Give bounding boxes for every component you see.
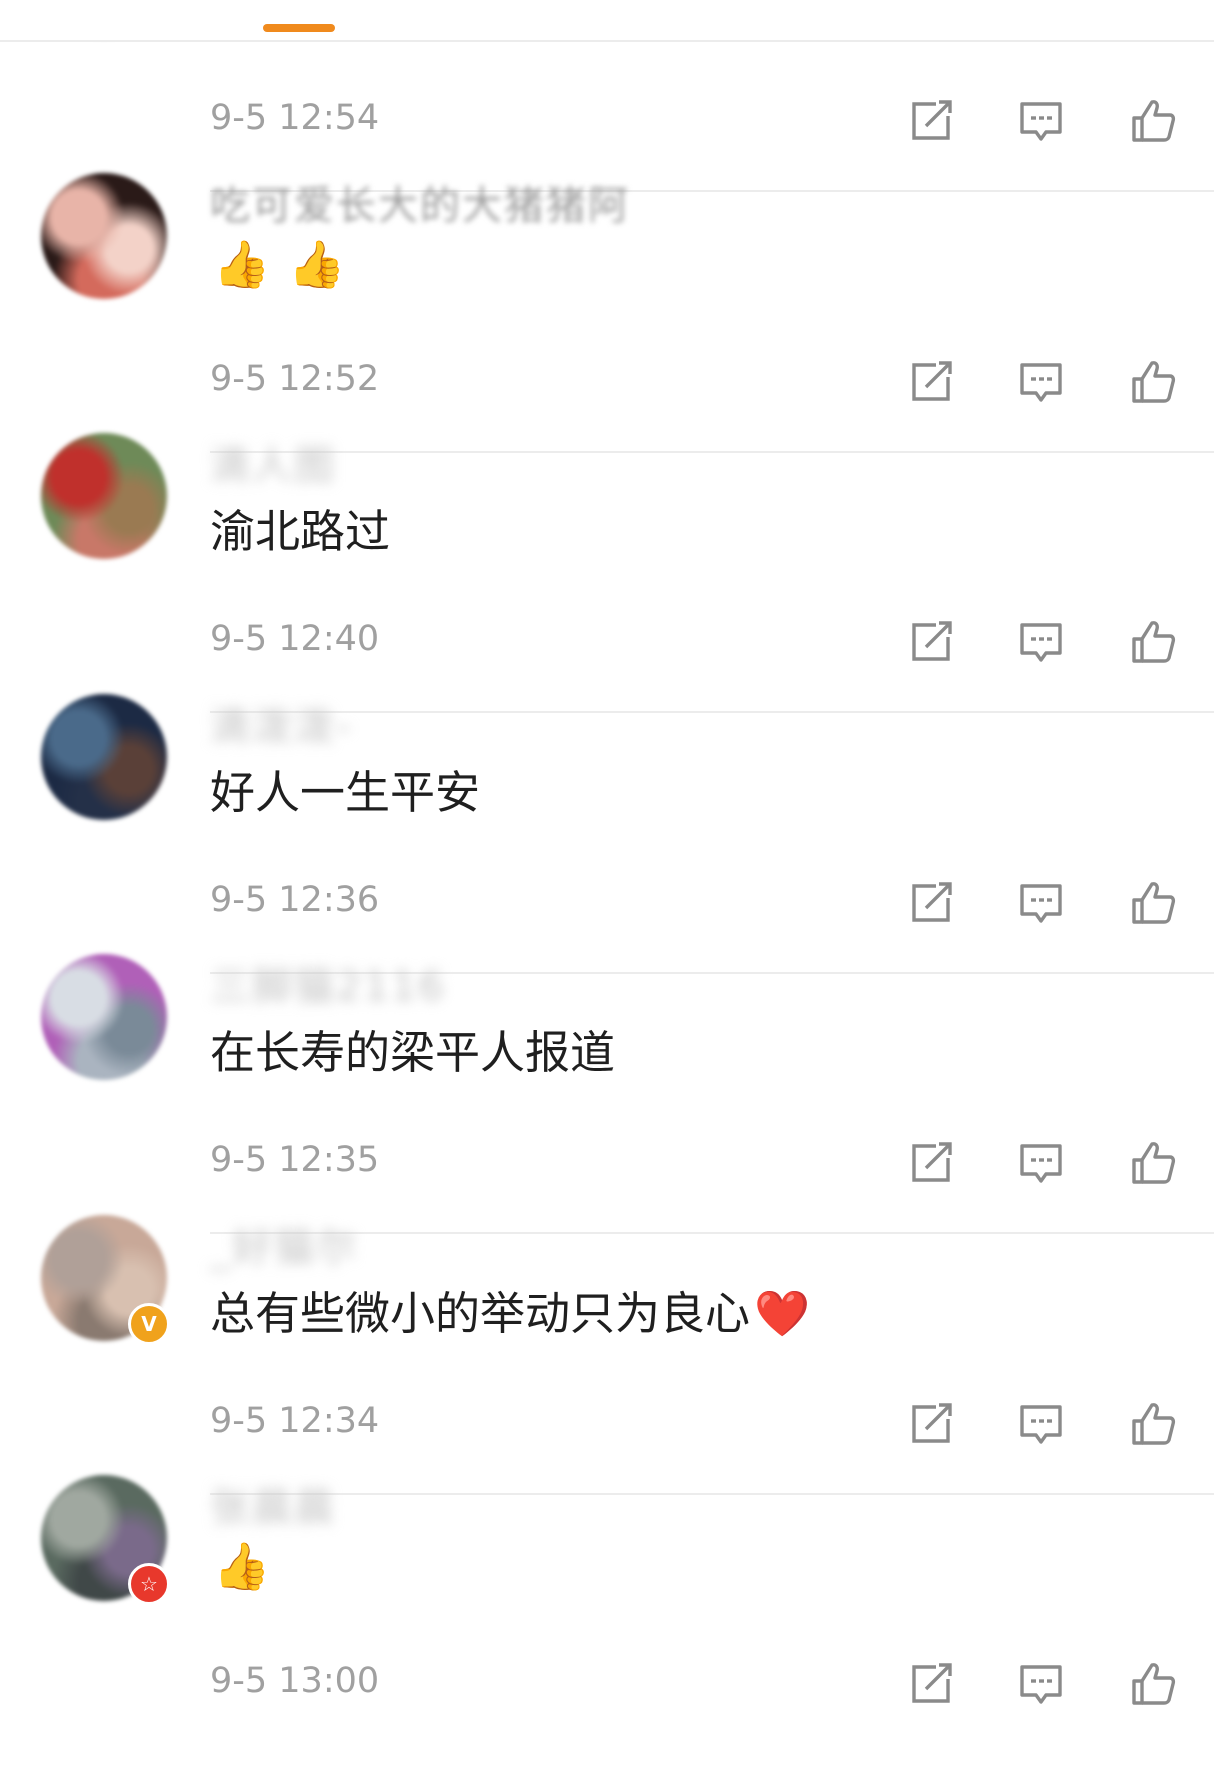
- verified-badge-icon: V: [128, 1302, 170, 1345]
- comment-icon[interactable]: [1016, 96, 1066, 146]
- comment-item[interactable]: V _好猫尔 总有些微小的举动只为良心❤️ 9-5 12:34: [0, 1193, 1214, 1495]
- comment-text: 渝北路过: [210, 495, 390, 560]
- comment-icon[interactable]: [1016, 1138, 1066, 1188]
- username[interactable]: _好猫尔: [210, 1215, 358, 1273]
- username[interactable]: 吃可爱长大的大猪猪阿: [210, 173, 630, 231]
- repost-icon[interactable]: [906, 96, 956, 146]
- comment-item[interactable]: 三脚猫2116 在长寿的梁平人报道 9-5 12:35: [0, 932, 1214, 1234]
- repost-icon[interactable]: [906, 357, 956, 407]
- username[interactable]: 滴人图: [210, 433, 336, 491]
- comment-text-content: 在长寿的梁平人报道: [210, 1026, 616, 1079]
- like-icon[interactable]: [1128, 357, 1178, 407]
- timestamp: 9-5 12:40: [210, 619, 380, 659]
- like-icon[interactable]: [1128, 96, 1178, 146]
- like-icon[interactable]: [1128, 878, 1178, 928]
- timestamp: 9-5 13:00: [210, 1661, 380, 1701]
- comment-text: 好人一生平安: [210, 756, 480, 821]
- comment-text-content: 总有些微小的举动只为良心: [210, 1286, 751, 1340]
- heart-emoji-icon: ❤️: [754, 1286, 811, 1340]
- thumbs-up-emoji-icon: 👍👍: [213, 236, 364, 291]
- active-tab-indicator: [263, 24, 335, 32]
- comment-icon[interactable]: [1016, 1399, 1066, 1449]
- repost-icon[interactable]: [906, 1399, 956, 1449]
- timestamp: 9-5 12:35: [210, 1140, 380, 1180]
- comment-text: 总有些微小的举动只为良心❤️: [210, 1277, 810, 1342]
- avatar[interactable]: [41, 954, 167, 1080]
- comment-icon[interactable]: [1016, 617, 1066, 667]
- comment-icon[interactable]: [1016, 1659, 1066, 1709]
- like-icon[interactable]: [1128, 1138, 1178, 1188]
- repost-icon[interactable]: [906, 1659, 956, 1709]
- avatar[interactable]: [41, 433, 167, 559]
- comment-item[interactable]: 滴人图渝北路过 9-5 12:40: [0, 411, 1214, 713]
- timestamp: 9-5 12:34: [210, 1400, 380, 1441]
- comment-item[interactable]: 吃可爱长大的大猪猪阿 👍👍 9-5 12:52: [0, 151, 1214, 453]
- username[interactable]: 张晨晨: [210, 1475, 336, 1533]
- comment-item[interactable]: ☆ 张晨晨 👍 9-5 13:00: [0, 1453, 1214, 1714]
- repost-icon[interactable]: [906, 617, 956, 667]
- like-icon[interactable]: [1128, 1659, 1178, 1709]
- username[interactable]: 三脚猫2116: [210, 954, 446, 1012]
- comment-feed: 👍👍👍9-5 12:54 吃可爱长大的大猪猪阿👍👍9-5 12:52 滴人图渝北…: [0, 0, 1214, 1772]
- thumbs-up-emoji-icon: 👍: [213, 1539, 289, 1593]
- avatar[interactable]: [41, 172, 167, 299]
- comment-text-content: 好人一生平安: [210, 765, 481, 819]
- comment-text-content: 渝北路过: [210, 505, 391, 558]
- repost-icon[interactable]: [906, 1138, 956, 1188]
- timestamp: 9-5 12:54: [210, 98, 380, 138]
- top-tab-bar: [0, 0, 1214, 42]
- comment-text: 在长寿的梁平人报道: [210, 1016, 615, 1081]
- star-badge-icon: ☆: [128, 1563, 170, 1605]
- timestamp: 9-5 12:36: [210, 879, 380, 920]
- repost-icon[interactable]: [906, 878, 956, 928]
- like-icon[interactable]: [1128, 1399, 1178, 1449]
- comment-item[interactable]: 滴泼泼- 好人一生平安 9-5 12:36: [0, 672, 1214, 974]
- timestamp: 9-5 12:52: [210, 358, 380, 399]
- like-icon[interactable]: [1128, 617, 1178, 667]
- comment-icon[interactable]: [1016, 357, 1066, 407]
- avatar[interactable]: [41, 693, 167, 820]
- username[interactable]: 滴泼泼-: [210, 694, 352, 752]
- comment-icon[interactable]: [1016, 878, 1066, 928]
